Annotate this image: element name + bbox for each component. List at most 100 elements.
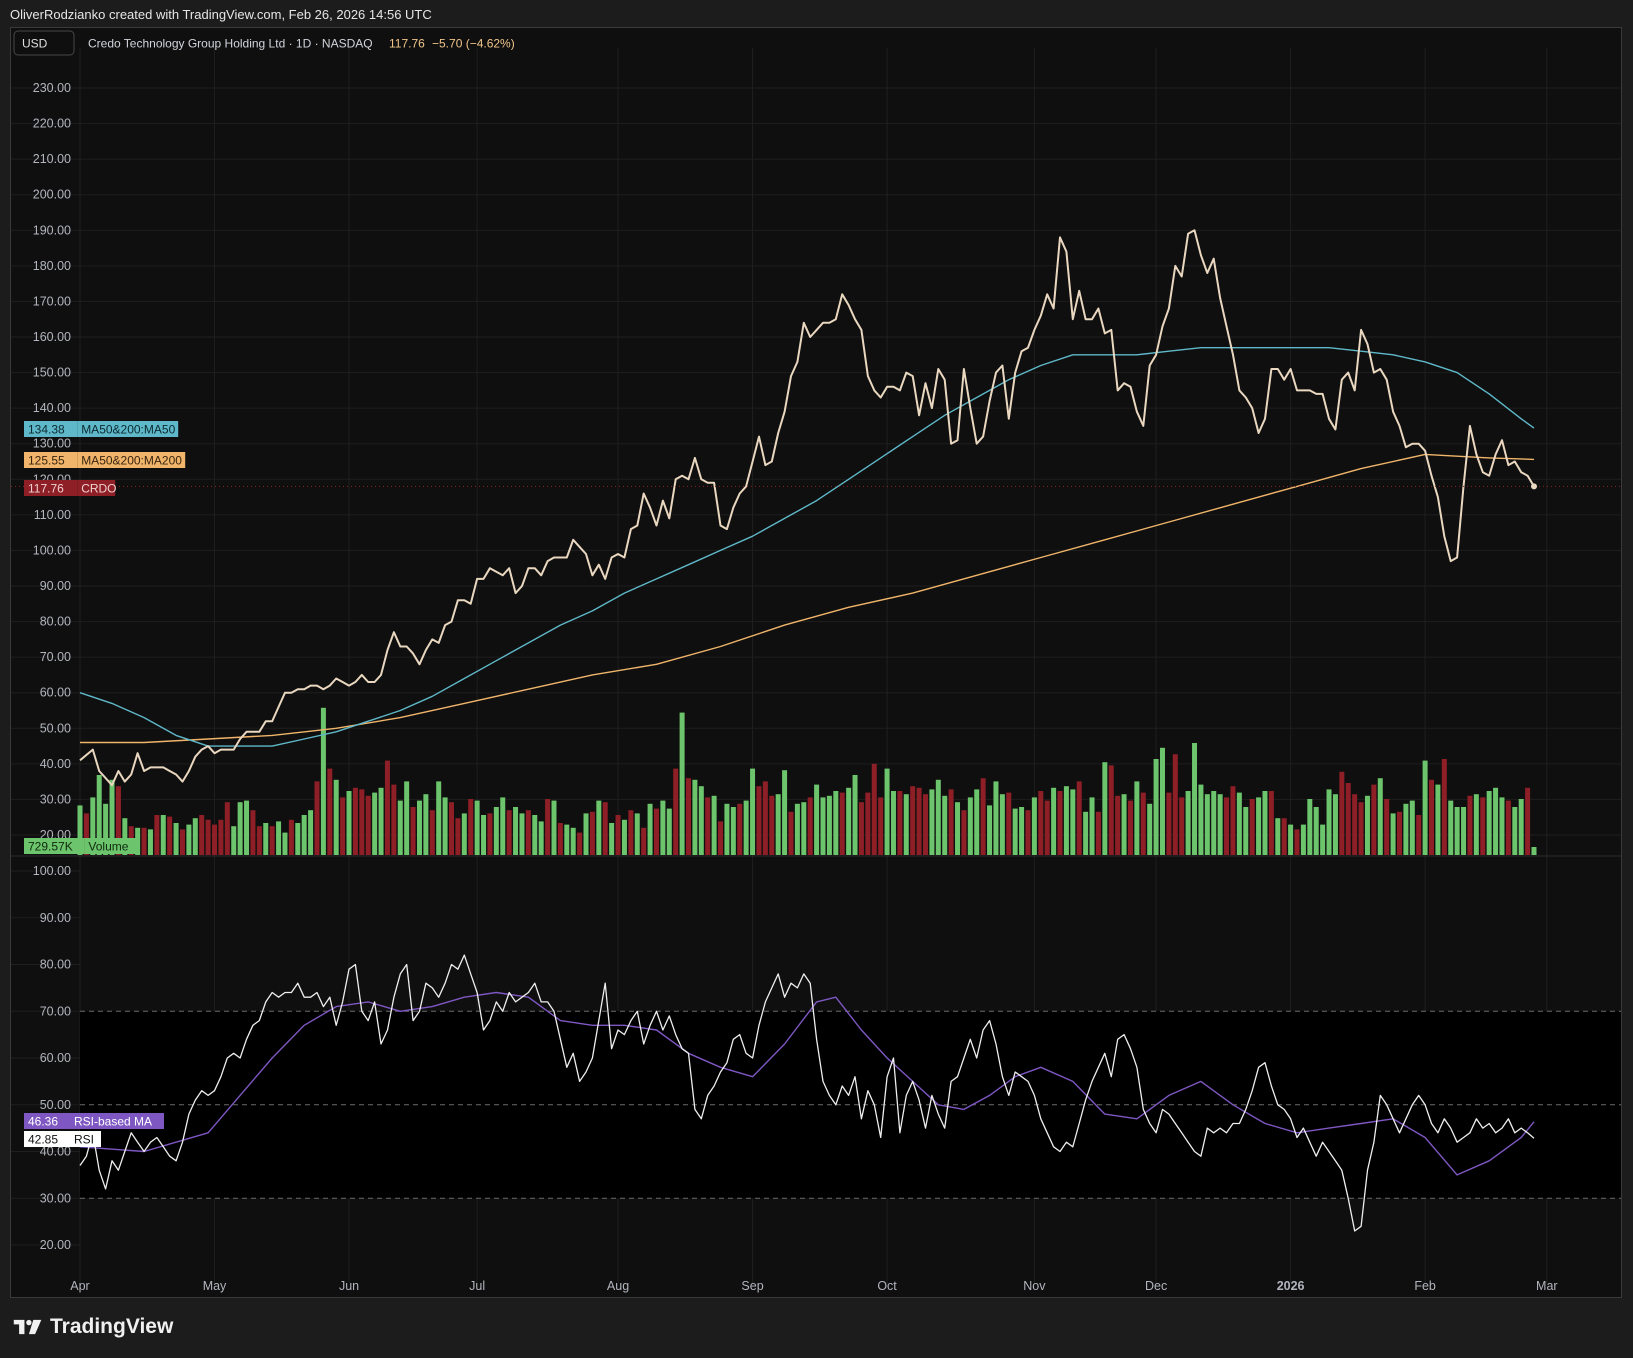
currency-label: USD bbox=[22, 37, 48, 51]
ma50-line bbox=[79, 347, 1535, 747]
volume-bar bbox=[301, 815, 307, 855]
volume-bar bbox=[1493, 787, 1499, 855]
volume-bar bbox=[346, 791, 352, 855]
volume-bar bbox=[974, 789, 980, 855]
volume-bar bbox=[557, 823, 563, 855]
volume-bar bbox=[609, 823, 615, 855]
volume-bar bbox=[596, 800, 602, 855]
ma50-tag: 134.38 MA50&200:MA50 bbox=[24, 421, 179, 437]
volume-bar bbox=[525, 810, 531, 855]
rsi-tick-label: 100.00 bbox=[33, 864, 71, 878]
volume-bar bbox=[199, 815, 205, 855]
ma200-tag-value: 125.55 bbox=[28, 454, 65, 468]
volume-bar bbox=[340, 797, 346, 855]
volume-bar bbox=[1057, 791, 1063, 855]
volume-bar bbox=[929, 789, 935, 855]
price-line bbox=[79, 229, 1535, 787]
volume-bar bbox=[1435, 784, 1441, 855]
volume-bar bbox=[577, 832, 583, 855]
volume-bars bbox=[77, 707, 1537, 855]
volume-bar bbox=[1006, 792, 1012, 855]
volume-bar bbox=[1288, 824, 1294, 855]
rsi-tag-value: 42.85 bbox=[28, 1133, 58, 1147]
volume-bar bbox=[500, 797, 506, 855]
volume-bar bbox=[1345, 783, 1351, 855]
volume-bar bbox=[192, 818, 198, 855]
volume-bar bbox=[999, 794, 1005, 855]
volume-bar bbox=[1025, 810, 1031, 855]
rsi-tick-label: 60.00 bbox=[40, 1051, 71, 1065]
volume-bar bbox=[1531, 847, 1537, 855]
volume-bar bbox=[1217, 794, 1223, 855]
volume-bar bbox=[1076, 781, 1082, 855]
volume-bar bbox=[1224, 797, 1230, 855]
volume-bar bbox=[1377, 778, 1383, 855]
price-tick-label: 50.00 bbox=[40, 721, 71, 735]
volume-bar bbox=[1281, 818, 1287, 855]
price-tick-label: 130.00 bbox=[33, 437, 71, 451]
rsi-tick-label: 20.00 bbox=[40, 1238, 71, 1252]
price-tick-label: 220.00 bbox=[33, 117, 71, 131]
volume-bar bbox=[1236, 792, 1242, 855]
volume-bar bbox=[1422, 760, 1428, 855]
time-tick-label: 2026 bbox=[1277, 1279, 1305, 1293]
volume-bar bbox=[1262, 791, 1268, 855]
volume-bar bbox=[1467, 795, 1473, 855]
ma50-tag-value: 134.38 bbox=[28, 423, 65, 437]
price-tick-label: 150.00 bbox=[33, 366, 71, 380]
volume-bar bbox=[391, 784, 397, 855]
volume-bar bbox=[826, 795, 832, 855]
volume-bar bbox=[686, 778, 692, 855]
volume-bar bbox=[359, 789, 365, 855]
volume-bar bbox=[782, 770, 788, 855]
volume-bar bbox=[1352, 794, 1358, 855]
volume-bar bbox=[1127, 800, 1133, 855]
brand-name: TradingView bbox=[50, 1315, 174, 1338]
volume-bar bbox=[1147, 803, 1153, 855]
volume-bar bbox=[602, 802, 608, 855]
volume-bar bbox=[384, 760, 390, 855]
rsi-tag-label: RSI bbox=[74, 1133, 94, 1147]
price-tick-label: 200.00 bbox=[33, 188, 71, 202]
volume-bar bbox=[1358, 802, 1364, 855]
time-tick-label: Nov bbox=[1023, 1279, 1046, 1293]
price-tick-label: 100.00 bbox=[33, 543, 71, 557]
volume-bar bbox=[308, 810, 314, 855]
volume-bar bbox=[1108, 765, 1114, 855]
volume-bar bbox=[224, 802, 230, 855]
volume-bar bbox=[839, 792, 845, 855]
volume-bar bbox=[910, 786, 916, 855]
tradingview-brand[interactable]: TradingView bbox=[12, 1315, 173, 1339]
volume-bar bbox=[750, 768, 756, 855]
volume-bar bbox=[173, 823, 179, 855]
volume-bar bbox=[333, 779, 339, 855]
volume-bar bbox=[1134, 781, 1140, 855]
rsi-tick-label: 50.00 bbox=[40, 1098, 71, 1112]
rsi-ma-tag: 46.36 RSI-based MA bbox=[24, 1113, 164, 1129]
volume-bar bbox=[487, 813, 493, 855]
volume-bar bbox=[583, 813, 589, 855]
volume-bar bbox=[397, 800, 403, 855]
price-tag: 117.76 CRDO bbox=[24, 480, 117, 496]
volume-bar bbox=[416, 800, 422, 855]
volume-bar bbox=[455, 818, 461, 855]
volume-bar bbox=[673, 768, 679, 855]
volume-bar bbox=[1409, 800, 1415, 855]
volume-bar bbox=[1019, 807, 1025, 855]
volume-bar bbox=[1473, 794, 1479, 855]
volume-bar bbox=[1083, 811, 1089, 855]
volume-bar bbox=[615, 815, 621, 855]
volume-bar bbox=[263, 823, 269, 855]
volume-bar bbox=[743, 800, 749, 855]
volume-bar bbox=[922, 794, 928, 855]
price-chart[interactable]: 20.00 30.00 40.00 50.00 60.00 70.00 80.00 90.00… bbox=[0, 0, 1633, 1310]
volume-bar bbox=[167, 816, 173, 855]
volume-bar bbox=[756, 786, 762, 855]
volume-bar bbox=[481, 815, 487, 855]
volume-bar bbox=[878, 797, 884, 855]
volume-bar bbox=[647, 803, 653, 855]
volume-bar bbox=[1230, 786, 1236, 855]
volume-bar bbox=[545, 799, 551, 855]
volume-bar bbox=[256, 826, 262, 855]
volume-bar bbox=[1371, 784, 1377, 855]
